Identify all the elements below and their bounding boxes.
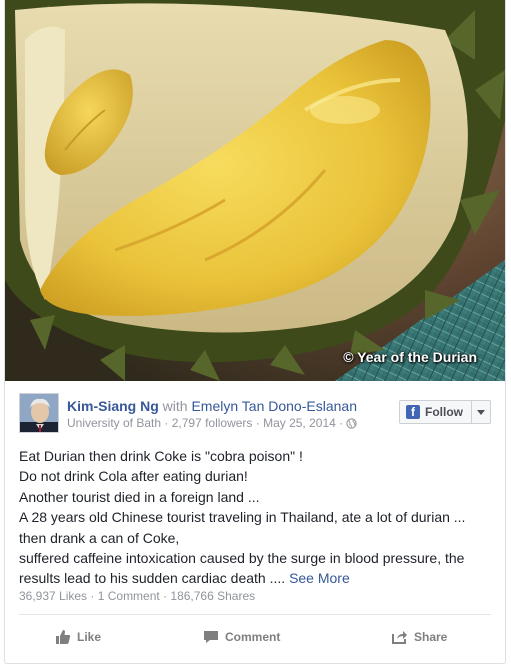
chevron-down-icon (477, 409, 485, 415)
comment-icon (204, 631, 218, 643)
see-more-link[interactable]: See More (289, 570, 350, 586)
action-bar: Like Comment Share (5, 622, 505, 652)
follow-control: f Follow (399, 400, 491, 424)
post-line: Eat Durian then drink Coke is "cobra poi… (19, 448, 303, 464)
durian-image (5, 0, 505, 381)
post-header: Kim-Siang Ng with Emelyn Tan Dono-Eslana… (5, 381, 505, 438)
share-label: Share (414, 630, 448, 644)
like-label: Like (77, 630, 102, 644)
post-line: suffered caffeine intoxication caused by… (19, 550, 465, 587)
like-button[interactable]: Like (55, 622, 101, 652)
post-line-last: suffered caffeine intoxication caused by… (19, 548, 491, 589)
share-icon (392, 631, 407, 644)
avatar[interactable] (19, 393, 59, 433)
post-stats[interactable]: 36,937 Likes · 1 Comment · 186,766 Share… (19, 589, 255, 603)
follow-label: Follow (425, 405, 463, 419)
post-meta: University of Bath · 2,797 followers · M… (67, 416, 357, 430)
comment-button[interactable]: Comment (203, 622, 280, 652)
post-text: Eat Durian then drink Coke is "cobra poi… (5, 438, 505, 589)
comment-label: Comment (225, 630, 281, 644)
facebook-icon: f (406, 405, 420, 419)
divider (19, 614, 491, 615)
post-line: A 28 years old Chinese tourist traveling… (19, 509, 466, 546)
meta-text: University of Bath · 2,797 followers · M… (67, 416, 344, 430)
post-line: Another tourist died in a foreign land .… (19, 488, 260, 505)
with-label: with (162, 398, 188, 414)
follow-dropdown-button[interactable] (471, 400, 491, 424)
photo-watermark: © Year of the Durian (343, 349, 477, 365)
author-line: Kim-Siang Ng with Emelyn Tan Dono-Eslana… (67, 397, 357, 415)
thumbs-up-icon (56, 630, 71, 644)
tagged-name[interactable]: Emelyn Tan Dono-Eslanan (191, 398, 357, 414)
post-card: © Year of the Durian Kim-Siang Ng with E… (4, 0, 506, 664)
post-photo[interactable]: © Year of the Durian (5, 0, 505, 381)
follow-button[interactable]: f Follow (399, 400, 471, 424)
share-button[interactable]: Share (392, 622, 447, 652)
avatar-image (20, 394, 58, 432)
globe-icon[interactable] (346, 417, 357, 429)
post-line: Do not drink Cola after eating durian! (19, 468, 248, 485)
author-name[interactable]: Kim-Siang Ng (67, 398, 159, 414)
